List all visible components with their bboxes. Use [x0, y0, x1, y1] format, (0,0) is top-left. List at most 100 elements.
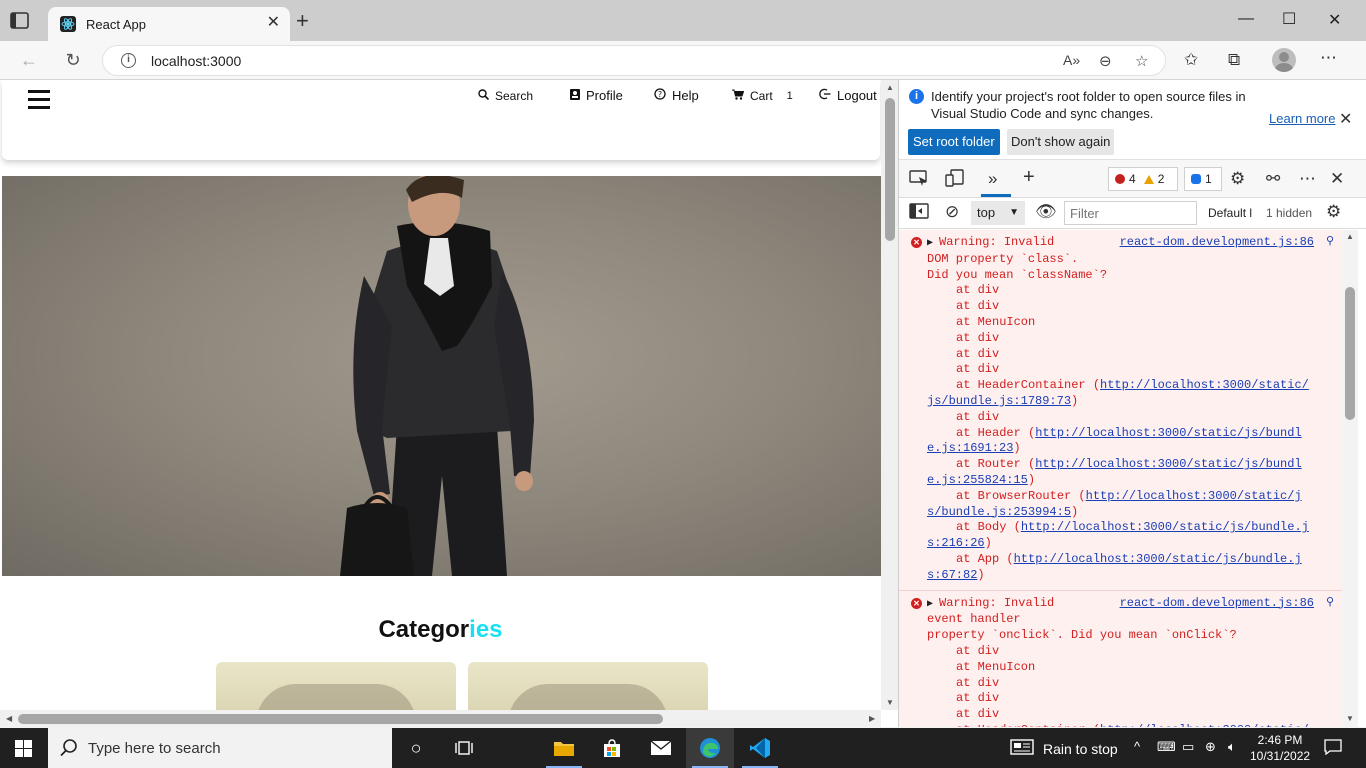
show-hidden-icons-icon[interactable]: ^ [1134, 739, 1140, 754]
collections-icon[interactable]: ⧉ [1228, 50, 1240, 70]
info-counter[interactable]: 1 [1184, 167, 1222, 191]
search-issue-icon[interactable]: ⚲ [1326, 596, 1334, 612]
stack-frame-link[interactable]: e.js:1691:23 [927, 441, 1013, 455]
device-emulation-icon[interactable] [945, 169, 965, 192]
inspect-element-icon[interactable] [909, 169, 929, 192]
weather-text[interactable]: Rain to stop [1043, 741, 1118, 757]
refresh-icon[interactable]: ↻ [62, 49, 84, 71]
infobar-close-icon[interactable]: ✕ [1339, 109, 1352, 129]
profile-avatar[interactable] [1272, 48, 1296, 72]
microsoft-store-icon[interactable] [588, 728, 636, 768]
live-expression-eye-icon[interactable]: 👁︎ [1035, 202, 1057, 222]
stack-frame-link[interactable]: http://localhost:3000/static/js/bundl [1035, 426, 1301, 440]
message-source-link[interactable]: react-dom.development.js:86 [1120, 596, 1314, 613]
edge-browser-icon[interactable] [686, 728, 734, 768]
page-vertical-scrollbar[interactable]: ▲ ▼ [881, 80, 898, 710]
taskbar-search[interactable]: Type here to search [48, 728, 392, 768]
notifications-icon[interactable] [1324, 739, 1342, 758]
stack-frame-link[interactable]: http://localhost:3000/static/ [1100, 723, 1309, 727]
expand-caret-icon[interactable]: ▶ [927, 238, 939, 249]
nav-logout[interactable]: Logout [819, 88, 877, 103]
browser-tab[interactable]: React App ✕ [48, 7, 290, 41]
cortana-icon[interactable]: ○ [392, 728, 440, 768]
tab-close-icon[interactable]: ✕ [267, 15, 280, 31]
stack-frame-continuation: js/bundle.js:1789:73) [927, 394, 1336, 410]
window-close-icon[interactable]: ✕ [1328, 10, 1341, 30]
close-devtools-icon[interactable]: ✕ [1330, 169, 1344, 189]
console-scroll-down-icon[interactable]: ▼ [1346, 714, 1354, 723]
console-scrollbar[interactable]: ▲ ▼ [1342, 230, 1358, 727]
nav-cart[interactable]: Cart 1 [732, 89, 793, 103]
windows-start-icon[interactable] [15, 740, 32, 757]
stack-frame-link[interactable]: http://localhost:3000/static/js/bundle.j [1021, 520, 1309, 534]
stack-frame-link[interactable]: http://localhost:3000/static/js/bundl [1035, 457, 1301, 471]
scroll-left-icon[interactable]: ◀ [6, 714, 12, 723]
clear-console-icon[interactable]: ⊘ [945, 202, 959, 222]
stack-frame-link[interactable]: http://localhost:3000/static/js/bundle.j [1014, 552, 1302, 566]
nav-help[interactable]: ? Help [654, 88, 699, 103]
customize-icon[interactable]: ⚯ [1266, 169, 1280, 189]
stack-frame-text: at MenuIcon [956, 659, 1036, 674]
console-settings-icon[interactable]: ⚙ [1326, 202, 1341, 222]
address-bar[interactable]: i localhost:3000 A» ⊖ ☆ [102, 45, 1166, 76]
site-info-icon[interactable]: i [121, 53, 136, 68]
minimize-icon[interactable]: — [1238, 10, 1254, 28]
issue-counters[interactable]: 4 2 1 [1108, 167, 1234, 191]
meet-now-icon[interactable]: ⌨ [1157, 739, 1176, 755]
page-horizontal-scrollbar[interactable]: ◀ ▶ [0, 710, 881, 727]
search-issue-icon[interactable]: ⚲ [1326, 235, 1334, 251]
stack-frame-link[interactable]: s/bundle.js:253994:5 [927, 505, 1071, 519]
stack-frame: at MenuIcon [927, 660, 1336, 676]
taskbar-clock[interactable]: 2:46 PM 10/31/2022 [1250, 732, 1310, 764]
add-tab-icon[interactable]: + [1023, 166, 1035, 189]
page-vertical-scroll-thumb[interactable] [885, 98, 895, 241]
add-favorite-icon[interactable]: ☆ [1135, 52, 1148, 70]
tab-actions-icon[interactable] [10, 12, 30, 30]
scroll-down-icon[interactable]: ▼ [886, 698, 894, 707]
console-error-message[interactable]: ✕ ⚲ ▶ Warning: Invalid react-dom.developmen… [899, 230, 1342, 591]
set-root-folder-button[interactable]: Set root folder [908, 129, 1000, 155]
log-levels-dropdown[interactable]: Default l [1208, 206, 1252, 220]
weather-icon[interactable] [1010, 739, 1034, 758]
file-explorer-icon[interactable] [540, 728, 588, 768]
stack-frame-link[interactable]: s:67:82 [927, 568, 977, 582]
context-select[interactable]: top ▼ [971, 201, 1025, 225]
sidebar-toggle-icon[interactable] [909, 203, 929, 224]
menu-icon[interactable] [28, 90, 50, 110]
stack-frame-link[interactable]: http://localhost:3000/static/j [1086, 489, 1302, 503]
dont-show-again-button[interactable]: Don't show again [1007, 129, 1115, 155]
new-tab-icon[interactable]: + [296, 10, 309, 32]
console-scroll-up-icon[interactable]: ▲ [1346, 232, 1354, 241]
message-source-link[interactable]: react-dom.development.js:86 [1120, 235, 1314, 252]
page-horizontal-scroll-thumb[interactable] [18, 714, 663, 724]
nav-search[interactable]: Search [478, 89, 533, 103]
vscode-icon[interactable] [736, 728, 784, 768]
error-warning-counter[interactable]: 4 2 [1108, 167, 1178, 191]
more-tabs-icon[interactable]: » [988, 169, 997, 189]
read-aloud-icon[interactable]: A» [1063, 52, 1080, 68]
mail-icon[interactable] [637, 728, 685, 768]
stack-frame-link[interactable]: s:216:26 [927, 536, 985, 550]
settings-gear-icon[interactable]: ⚙ [1230, 169, 1245, 189]
expand-caret-icon[interactable]: ▶ [927, 599, 939, 610]
scroll-right-icon[interactable]: ▶ [869, 714, 875, 723]
console-filter-input[interactable] [1064, 201, 1197, 225]
maximize-icon[interactable]: ☐ [1282, 9, 1296, 29]
learn-more-link[interactable]: Learn more [1269, 111, 1335, 126]
console-scroll-thumb[interactable] [1345, 287, 1355, 420]
more-options-icon[interactable]: ⋯ [1320, 48, 1337, 68]
scroll-up-icon[interactable]: ▲ [886, 83, 894, 92]
stack-frame-link[interactable]: http://localhost:3000/static/ [1100, 378, 1309, 392]
stack-frame-link[interactable]: e.js:255824:15 [927, 473, 1028, 487]
volume-icon[interactable]: 🔈︎ [1228, 739, 1236, 755]
battery-icon[interactable]: ▭ [1182, 739, 1194, 755]
back-icon[interactable]: ← [18, 49, 40, 71]
stack-frame-link[interactable]: js/bundle.js:1789:73 [927, 394, 1071, 408]
favorites-icon[interactable]: ✩ [1184, 50, 1198, 70]
network-icon[interactable]: ⊕ [1205, 739, 1216, 755]
more-options-icon[interactable]: ⋯ [1299, 169, 1316, 189]
task-view-icon[interactable] [440, 728, 488, 768]
zoom-out-icon[interactable]: ⊖ [1099, 52, 1112, 70]
console-error-message[interactable]: ✕ ⚲ ▶ Warning: Invalid react-dom.developmen… [899, 590, 1342, 727]
nav-profile[interactable]: Profile [570, 88, 623, 103]
